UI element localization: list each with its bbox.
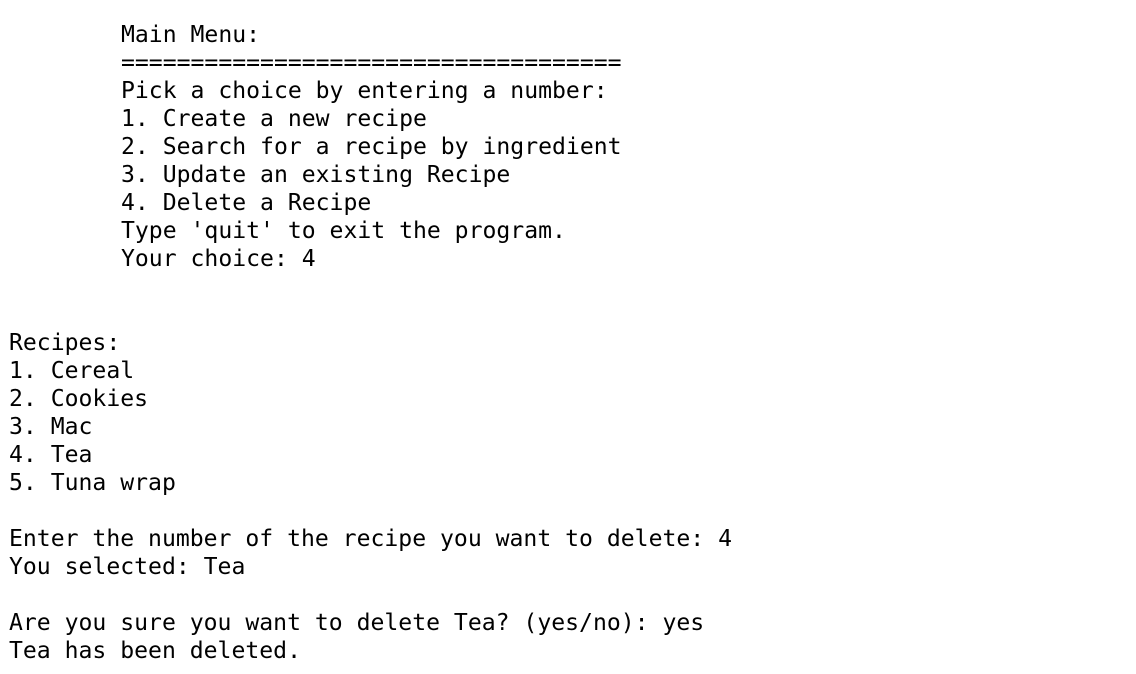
delete-number-prompt: Enter the number of the recipe you want … — [9, 526, 732, 552]
menu-title: Main Menu: — [121, 22, 261, 48]
terminal-output: Main Menu: =============================… — [9, 21, 1136, 674]
menu-option-delete: 4. Delete a Recipe — [121, 190, 372, 216]
choice-input-line: Your choice: 4 — [121, 246, 316, 272]
delete-confirm-prompt: Are you sure you want to delete Tea? (ye… — [9, 610, 705, 636]
list-item: 5. Tuna wrap — [9, 470, 176, 496]
list-item: 3. Mac — [9, 414, 93, 440]
menu-prompt: Pick a choice by entering a number: — [121, 78, 608, 104]
menu-option-create: 1. Create a new recipe — [121, 106, 427, 132]
main-menu: Main Menu: =============================… — [9, 21, 1136, 273]
delete-result-message: Tea has been deleted. — [9, 638, 301, 664]
menu-divider: ==================================== — [121, 50, 622, 76]
list-item: 1. Cereal — [9, 358, 135, 384]
selection-confirmation: You selected: Tea — [9, 554, 246, 580]
list-item: 2. Cookies — [9, 386, 149, 412]
quit-hint: Type 'quit' to exit the program. — [121, 218, 566, 244]
delete-flow: Enter the number of the recipe you want … — [9, 525, 1136, 665]
recipes-heading: Recipes: — [9, 330, 121, 356]
recipes-list: Recipes: 1. Cereal 2. Cookies 3. Mac 4. … — [9, 329, 1136, 497]
list-item: 4. Tea — [9, 442, 93, 468]
menu-option-search: 2. Search for a recipe by ingredient — [121, 134, 622, 160]
menu-option-update: 3. Update an existing Recipe — [121, 162, 511, 188]
